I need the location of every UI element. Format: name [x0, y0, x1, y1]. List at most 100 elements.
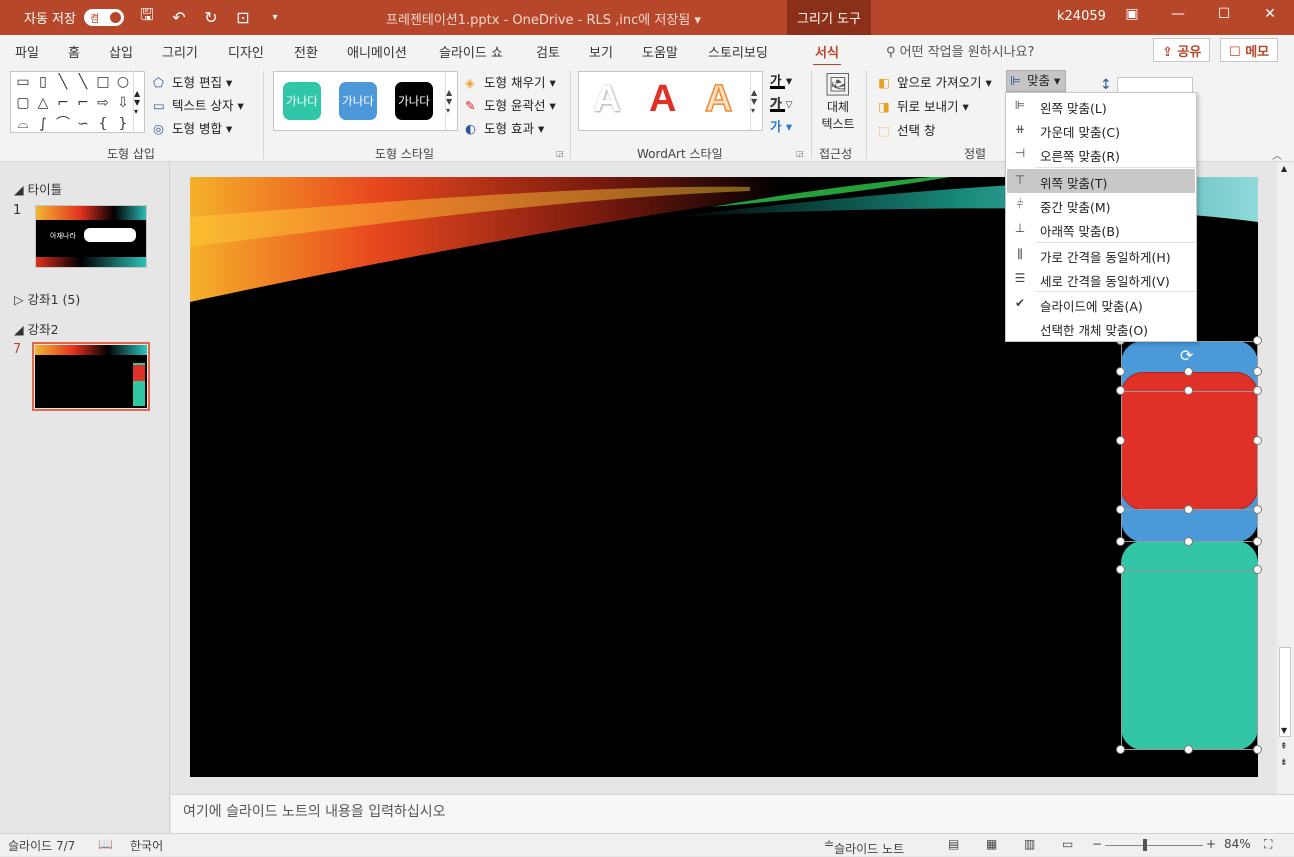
line-shape-icon[interactable]: ╲ [73, 72, 93, 93]
notes-toggle-button[interactable]: ≐ 슬라이드 노트 [824, 837, 904, 856]
wordart-style-orange-outline[interactable]: A [704, 77, 733, 121]
previous-slide-icon[interactable]: ⇞ [1280, 742, 1288, 752]
resize-handle[interactable] [1116, 436, 1125, 445]
close-button[interactable]: ✕ [1260, 6, 1280, 22]
zoom-in-icon[interactable]: + [1206, 837, 1216, 851]
scribble-shape-icon[interactable]: ∫ [33, 114, 53, 135]
style-swatch-teal[interactable]: 가나다 [283, 82, 321, 120]
zoom-slider-thumb[interactable] [1143, 839, 1147, 851]
menu-item-align-right[interactable]: ⊣ 오른쪽 맞춤(R) [1007, 142, 1195, 166]
spellcheck-icon[interactable]: 📖 [98, 837, 113, 851]
slideshow-icon[interactable]: ▭ [1062, 837, 1073, 851]
resize-handle[interactable] [1253, 367, 1262, 376]
next-slide-icon[interactable]: ⇟ [1280, 758, 1288, 768]
menu-item-align-top[interactable]: ⊤ 위쪽 맞춤(T) [1007, 169, 1195, 193]
rounded-rect-shape-icon[interactable]: ▢ [13, 93, 33, 114]
resize-handle[interactable] [1184, 745, 1193, 754]
tab-home[interactable]: 홈 [68, 42, 80, 61]
menu-item-distribute-vertical[interactable]: ☰ 세로 간격을 동일하게(V) [1007, 267, 1195, 291]
tab-slideshow[interactable]: 슬라이드 쇼 [439, 42, 503, 61]
style-swatch-blue[interactable]: 가나다 [339, 82, 377, 120]
zoom-out-icon[interactable]: − [1092, 837, 1102, 851]
menu-item-align-bottom[interactable]: ⊥ 아래쪽 맞춤(B) [1007, 217, 1195, 241]
tell-me-search[interactable]: ⚲ 어떤 작업을 원하시나요? [886, 41, 1034, 60]
dialog-launcher-icon[interactable]: ◲ [796, 149, 804, 158]
tab-animations[interactable]: 애니메이션 [347, 42, 407, 61]
save-icon[interactable]: 🖫 [138, 4, 156, 31]
resize-handle[interactable] [1116, 505, 1125, 514]
brace-left-shape-icon[interactable]: { [93, 114, 113, 135]
menu-item-align-center[interactable]: ⧺ 가운데 맞춤(C) [1007, 118, 1195, 142]
tab-insert[interactable]: 삽입 [109, 42, 133, 61]
resize-handle[interactable] [1253, 336, 1262, 345]
fit-to-window-icon[interactable]: ⛶ [1264, 837, 1272, 852]
share-button[interactable]: ⇪ 공유 [1153, 38, 1211, 62]
redo-icon[interactable]: ↻ [202, 8, 220, 27]
wordart-style-red[interactable]: A [649, 78, 676, 121]
line-shape-icon[interactable]: ╲ [53, 72, 73, 93]
edit-shape-button[interactable]: ⬠ 도형 편집 ▾ [153, 72, 232, 91]
customize-qat-icon[interactable]: ▾ [266, 12, 284, 23]
shape-styles-gallery[interactable]: 가나다 가나다 가나다 ▲ ▼ ▾ [273, 71, 458, 131]
connector-shape-icon[interactable]: ⌐ [73, 93, 93, 114]
resize-handle[interactable] [1116, 745, 1125, 754]
menu-item-distribute-horizontal[interactable]: ⫼ 가로 간격을 동일하게(H) [1007, 243, 1195, 267]
undo-icon[interactable]: ↶ [170, 8, 188, 27]
align-button[interactable]: ⊫ 맞춤 ▾ [1006, 70, 1066, 92]
resize-handle[interactable] [1253, 745, 1262, 754]
minimize-button[interactable]: — [1168, 6, 1188, 22]
section-lecture1[interactable]: ▷ 강좌1 (5) [14, 289, 80, 308]
menu-item-align-left[interactable]: ⊫ 왼쪽 맞춤(L) [1007, 94, 1195, 118]
slide-thumbnail-7[interactable] [35, 345, 147, 408]
reading-view-icon[interactable]: ▥ [1024, 837, 1035, 851]
oval-shape-icon[interactable]: ○ [113, 72, 133, 93]
textbox-shape-icon[interactable]: ▭ [13, 72, 33, 93]
triangle-shape-icon[interactable]: △ [33, 93, 53, 114]
maximize-button[interactable]: ☐ [1214, 6, 1234, 22]
resize-handle[interactable] [1253, 386, 1262, 395]
editor-vertical-scrollbar[interactable]: ▲ ▼ ⇞ ⇟ [1277, 162, 1294, 794]
alt-text-button[interactable]: 🖼 대체 텍스트 [818, 73, 858, 132]
scroll-down-icon[interactable]: ▼ [1281, 726, 1287, 735]
send-backward-button[interactable]: ◨ 뒤로 보내기 ▾ [878, 96, 969, 115]
tab-design[interactable]: 디자인 [228, 42, 264, 61]
shape-effects-button[interactable]: ◐ 도형 효과 ▾ [465, 118, 544, 137]
wordart-style-white[interactable]: A [593, 78, 620, 121]
bring-forward-button[interactable]: ◧ 앞으로 가져오기 ▾ [878, 72, 992, 91]
comments-button[interactable]: ☐ 메모 [1220, 38, 1279, 62]
tab-storyboarding[interactable]: 스토리보딩 [708, 42, 768, 61]
resize-handle[interactable] [1116, 367, 1125, 376]
scroll-up-icon[interactable]: ▲ [1281, 164, 1287, 173]
menu-item-align-selected-objects[interactable]: 선택한 개체 맞춤(O) [1007, 316, 1195, 340]
resize-handle[interactable] [1253, 537, 1262, 546]
shape-outline-button[interactable]: ✎ 도형 윤곽선 ▾ [465, 95, 556, 114]
brace-right-shape-icon[interactable]: } [113, 114, 133, 135]
ribbon-display-icon[interactable]: ▣ [1122, 6, 1142, 22]
resize-handle[interactable] [1184, 367, 1193, 376]
tab-view[interactable]: 보기 [589, 42, 613, 61]
styles-gallery-scroll[interactable]: ▲ ▼ ▾ [445, 72, 457, 130]
resize-handle[interactable] [1253, 436, 1262, 445]
menu-item-align-middle[interactable]: ⫩ 중간 맞춤(M) [1007, 193, 1195, 217]
collapse-ribbon-icon[interactable]: ︿ [1272, 147, 1282, 162]
wordart-gallery[interactable]: A A A ▲ ▼ ▾ [578, 71, 763, 131]
tab-help[interactable]: 도움말 [642, 42, 678, 61]
menu-item-align-to-slide[interactable]: ✔ 슬라이드에 맞춤(A) [1007, 292, 1195, 316]
rectangle-shape-icon[interactable]: □ [93, 72, 113, 93]
shape-fill-button[interactable]: ◈ 도형 채우기 ▾ [465, 72, 556, 91]
normal-view-icon[interactable]: ▤ [948, 837, 959, 851]
tab-transitions[interactable]: 전환 [294, 42, 318, 61]
zoom-level[interactable]: 84% [1224, 837, 1251, 851]
freeform-shape-icon[interactable]: ⌓ [13, 114, 33, 135]
merge-shapes-button[interactable]: ◎ 도형 병합 ▾ [153, 118, 232, 137]
tab-file[interactable]: 파일 [15, 42, 39, 61]
selection-pane-button[interactable]: ⬚ 선택 창 [878, 120, 935, 139]
scroll-thumb[interactable] [1279, 647, 1291, 737]
wordart-gallery-scroll[interactable]: ▲ ▼ ▾ [750, 72, 762, 130]
zoom-slider[interactable] [1105, 845, 1203, 846]
user-name[interactable]: k24059 [1057, 9, 1106, 24]
language-indicator[interactable]: 한국어 [130, 837, 163, 854]
text-box-button[interactable]: ▭ 텍스트 상자 ▾ [153, 95, 244, 114]
resize-handle[interactable] [1253, 505, 1262, 514]
arc-shape-icon[interactable]: ⌒ [53, 114, 73, 135]
